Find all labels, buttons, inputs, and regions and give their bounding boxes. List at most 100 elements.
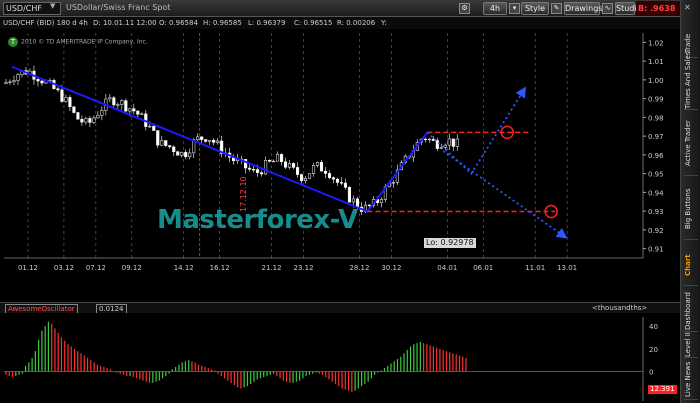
- bearish-candle: [168, 145, 172, 148]
- bearish-candle: [136, 110, 140, 115]
- bullish-candle: [208, 139, 212, 142]
- y-tick-label: 0.92: [648, 227, 664, 235]
- sidebar-tab-active-trader[interactable]: Active Trader: [684, 112, 698, 176]
- bearish-candle: [172, 146, 176, 152]
- bullish-candle: [8, 81, 12, 83]
- price-chart[interactable]: 0.91 0.92 0.93 0.94 0.95 0.96 0.97 0.98 0.99 1.00…: [0, 29, 680, 302]
- bearish-candle: [252, 169, 256, 171]
- bullish-candle: [16, 74, 20, 81]
- bullish-candle: [379, 199, 383, 203]
- bearish-candle: [323, 170, 328, 174]
- time-x-axis: 01.12 03.12 07.12 09.12 14.12 16.12 21.12 23.12…: [18, 264, 577, 272]
- bullish-candle: [4, 81, 8, 84]
- sidebar-tab-times-and-sales[interactable]: Times And Sales: [684, 51, 698, 110]
- td-logo-icon: T: [8, 37, 18, 47]
- bearish-candle: [56, 88, 60, 91]
- bearish-candle: [319, 161, 324, 172]
- bullish-candle: [264, 160, 268, 175]
- bullish-candle: [272, 160, 276, 163]
- bearish-candle: [40, 80, 44, 84]
- bearish-candle: [248, 167, 252, 170]
- drawings-button[interactable]: Drawings: [564, 2, 602, 15]
- copyright-text: 2010 © TD AMERITRADE IP Company, Inc.: [21, 38, 148, 46]
- timeframe-button[interactable]: 4h: [483, 2, 507, 15]
- y-tick-label: 0.96: [648, 152, 664, 160]
- sidebar-tab-live-news[interactable]: Live News: [684, 360, 698, 400]
- bullish-candle: [303, 178, 308, 182]
- bearish-candle: [80, 118, 84, 123]
- x-tick-label: 04.01: [437, 264, 457, 272]
- bullish-candle: [276, 154, 280, 162]
- bearish-candle: [327, 173, 332, 178]
- bullish-candle: [160, 140, 164, 146]
- bullish-candle: [216, 140, 220, 143]
- bearish-candle: [164, 140, 168, 146]
- studies-button[interactable]: Studies: [615, 2, 646, 15]
- bullish-candle: [116, 104, 120, 106]
- sidebar-tab-big-buttons[interactable]: Big Buttons: [684, 178, 698, 240]
- bullish-candle: [148, 125, 152, 128]
- bearish-candle: [280, 154, 284, 162]
- bullish-candle: [120, 100, 124, 105]
- bullish-candle: [315, 161, 320, 166]
- gear-icon[interactable]: ⚙: [459, 3, 470, 14]
- bullish-candle: [447, 138, 451, 146]
- y-tick-label: 1.00: [648, 77, 664, 85]
- oscillator-units: <thousandths>: [592, 304, 648, 312]
- sidebar-tab-dashboard[interactable]: Dashboard: [684, 292, 698, 332]
- bearish-candle: [299, 174, 304, 182]
- y-tick-label: 1.01: [648, 58, 664, 66]
- bullish-candle: [180, 151, 184, 156]
- y-tick-label: 0.95: [648, 171, 664, 179]
- bullish-candle: [140, 113, 144, 115]
- bullish-candle: [427, 138, 431, 141]
- symbol-label: USD/CHF: [6, 4, 42, 13]
- y-tick-label: 0.99: [648, 96, 664, 104]
- x-tick-label: 16.12: [210, 264, 230, 272]
- low-readout: L: 0.96379: [248, 19, 286, 27]
- bullish-candle: [92, 117, 96, 123]
- timeframe-dropdown-icon[interactable]: ▾: [509, 3, 520, 14]
- bullish-candle: [307, 173, 312, 179]
- bullish-candle: [100, 110, 104, 116]
- bearish-candle: [152, 125, 156, 131]
- bullish-candle: [84, 118, 88, 123]
- x-tick-label: 28.12: [349, 264, 369, 272]
- chevron-down-icon[interactable]: ▼: [50, 2, 55, 10]
- studies-icon[interactable]: ∿: [602, 3, 613, 14]
- copyright-notice: T 2010 © TD AMERITRADE IP Company, Inc.: [8, 37, 148, 47]
- bearish-candle: [204, 139, 208, 142]
- bearish-candle: [88, 118, 92, 123]
- x-tick-label: 01.12: [18, 264, 38, 272]
- right-sidebar: ✕ Trade Times And Sales Active Trader Big B…: [680, 0, 700, 403]
- bearish-candle: [284, 161, 288, 168]
- bearish-candle: [176, 151, 180, 156]
- bearish-candle: [212, 139, 216, 143]
- bearish-candle: [435, 140, 439, 149]
- oscillator-chart[interactable]: 40 20 0: [0, 313, 680, 403]
- osc-tick-label: 0: [649, 368, 653, 376]
- bullish-candle: [188, 152, 192, 158]
- bearish-candle: [68, 97, 72, 108]
- sidebar-tab-level-ii[interactable]: Level II: [684, 332, 698, 358]
- bearish-candle: [291, 163, 296, 168]
- x-tick-label: 23.12: [294, 264, 314, 272]
- drawings-icon[interactable]: ✎: [551, 3, 562, 14]
- y-readout: Y:: [381, 19, 387, 27]
- bullish-candle: [443, 144, 447, 148]
- bearish-candle: [335, 178, 340, 183]
- bearish-candle: [132, 108, 136, 112]
- bearish-candle: [36, 79, 40, 82]
- style-button[interactable]: Style: [521, 2, 549, 15]
- bearish-candle: [295, 167, 300, 175]
- low-price-label: Lo: 0.92978: [424, 238, 476, 248]
- series-label: USD/CHF (BID) 180 d 4h: [3, 19, 88, 27]
- bearish-candle: [76, 112, 80, 120]
- close-icon[interactable]: ✕: [684, 3, 691, 12]
- oscillator-header: AwesomeOscillator 0.0124 <thousandths>: [0, 302, 680, 314]
- y-tick-label: 0.97: [648, 133, 664, 141]
- oscillator-last-value: 12.391: [648, 385, 677, 394]
- open-readout: O: 0.96584: [159, 19, 198, 27]
- bullish-candle: [196, 136, 200, 140]
- sidebar-tab-chart[interactable]: Chart: [684, 246, 698, 286]
